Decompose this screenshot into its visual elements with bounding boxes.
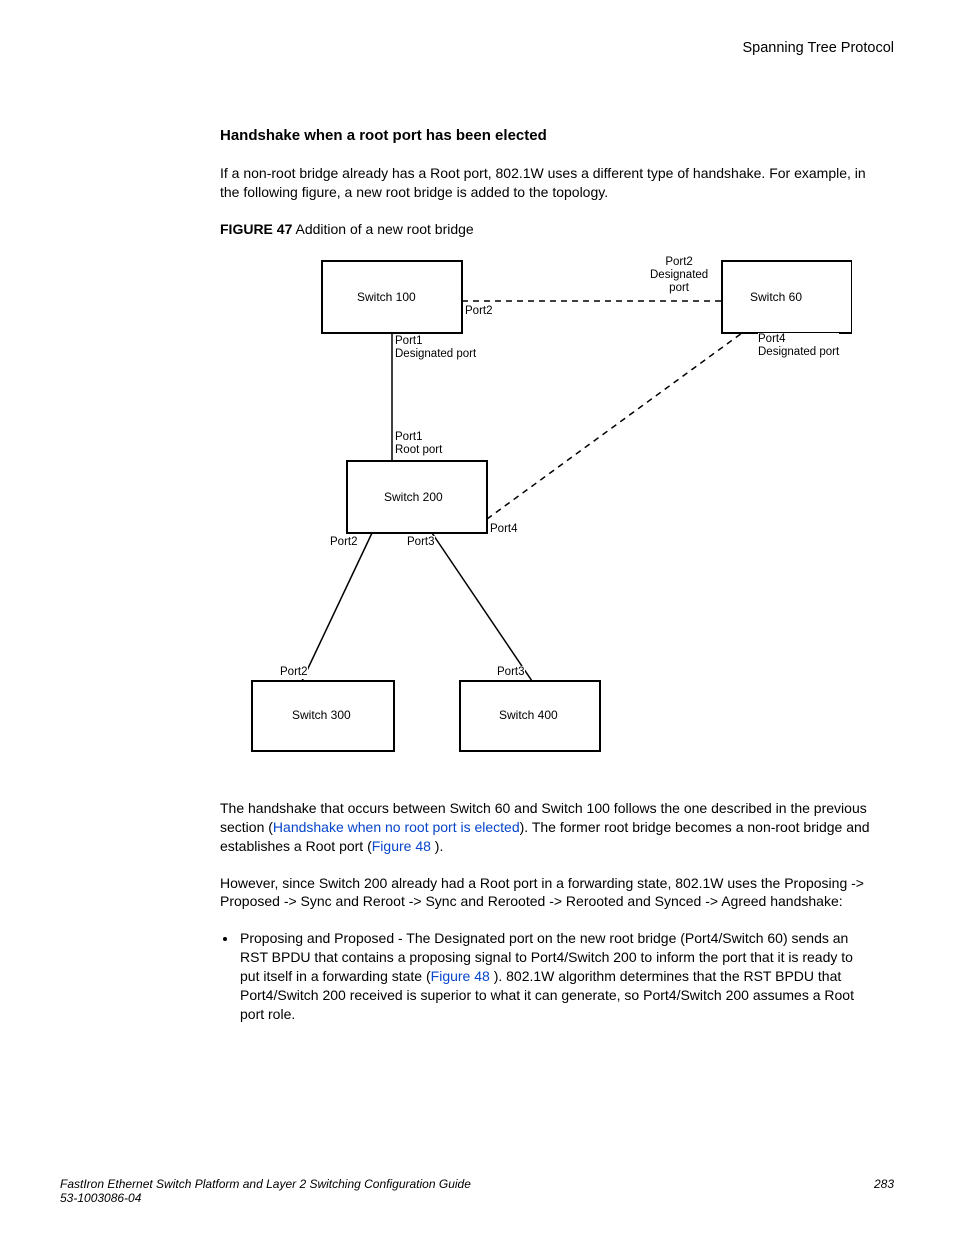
switch-300-label: Switch 300 [292,707,351,723]
intro-paragraph: If a non-root bridge already has a Root … [220,164,874,202]
port2-bottom-label: Port2 [280,666,308,679]
section-heading: Handshake when a root port has been elec… [220,126,874,146]
link-figure-48-b[interactable]: Figure 48 [431,968,494,984]
port1-designated-label: Port1Designated port [395,335,476,361]
main-content: Handshake when a root port has been elec… [220,126,874,1024]
link-figure-48-a[interactable]: Figure 48 [372,838,435,854]
port2-left-label: Port2 [330,536,358,549]
port4-designated-label: Port4Designated port [758,333,839,359]
port2-label-top: Port2 [465,305,493,318]
footer-page-number: 283 [874,1177,894,1205]
handshake-bullets: Proposing and Proposed - The Designated … [220,929,874,1023]
para2-post: ). [435,838,444,854]
link-handshake-no-root[interactable]: Handshake when no root port is elected [273,819,520,835]
port2-designated-label: Port2Designatedport [650,256,708,296]
port3-bottom-label: Port3 [497,666,525,679]
footer-doc-number: 53-1003086-04 [60,1191,471,1205]
footer-doc-title: FastIron Ethernet Switch Platform and La… [60,1177,471,1191]
footer-left: FastIron Ethernet Switch Platform and La… [60,1177,471,1205]
paragraph-after-figure-1: The handshake that occurs between Switch… [220,799,874,856]
topology-diagram: Switch 100 Switch 60 Switch 200 Switch 3… [242,251,852,781]
paragraph-after-figure-2: However, since Switch 200 already had a … [220,874,874,912]
switch-400-label: Switch 400 [499,707,558,723]
port1-root-label: Port1Root port [395,431,442,457]
port4-label: Port4 [490,523,518,536]
switch-100-label: Switch 100 [357,289,416,305]
figure-label: FIGURE 47 [220,221,292,237]
page-header-section: Spanning Tree Protocol [60,40,894,56]
switch-200-label: Switch 200 [384,489,443,505]
switch-60-label: Switch 60 [750,289,802,305]
figure-caption: FIGURE 47 Addition of a new root bridge [220,220,874,239]
port3-label: Port3 [407,536,435,549]
figure-title: Addition of a new root bridge [295,221,473,237]
page-footer: FastIron Ethernet Switch Platform and La… [60,1177,894,1205]
bullet-proposing: Proposing and Proposed - The Designated … [238,929,874,1023]
